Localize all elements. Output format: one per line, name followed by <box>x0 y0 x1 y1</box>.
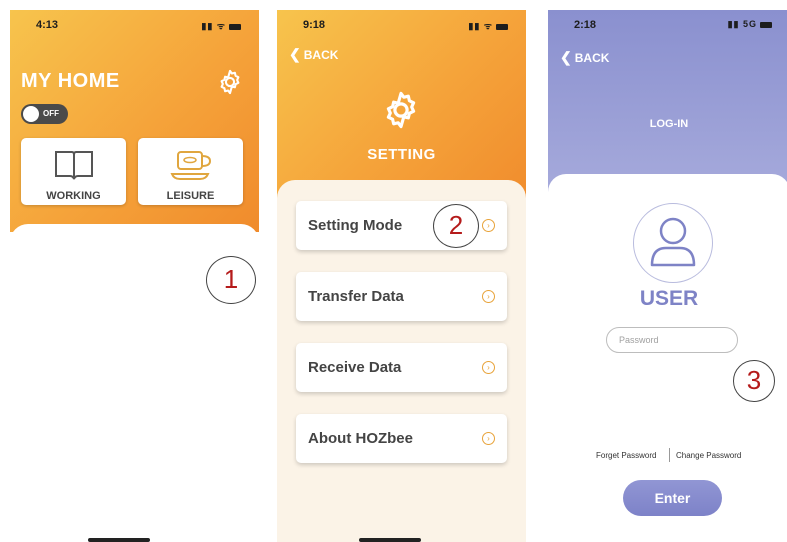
user-label: USER <box>639 287 699 310</box>
status-icons: ▮▮ 5G <box>728 19 772 30</box>
step-marker-2: 2 <box>433 204 479 248</box>
chevron-left-icon: ❮ <box>560 49 572 65</box>
back-button[interactable]: ❮ BACK <box>560 49 609 66</box>
home-indicator <box>88 538 150 542</box>
status-time: 2:18 <box>574 19 597 31</box>
chevron-right-icon: › <box>482 290 495 303</box>
mode-label-leisure: LEISURE <box>166 190 215 202</box>
chevron-right-icon: › <box>482 219 495 232</box>
page-title: SETTING <box>367 146 436 163</box>
status-icons: ▮▮ ᯤ <box>201 19 241 32</box>
password-placeholder: Password <box>619 335 659 345</box>
coffee-cup-icon <box>170 151 212 180</box>
power-toggle[interactable]: OFF <box>21 104 68 124</box>
mode-card-working[interactable]: WORKING <box>21 138 126 205</box>
status-icons: ▮▮ ᯤ <box>468 19 508 32</box>
mode-label-working: WORKING <box>46 190 101 202</box>
divider <box>669 448 670 462</box>
menu-item-label: Transfer Data <box>308 288 404 305</box>
status-bar: 2:18 ▮▮ 5G <box>548 10 787 36</box>
back-button[interactable]: ❮ BACK <box>289 46 338 63</box>
menu-item-transfer-data[interactable]: Transfer Data › <box>296 272 507 321</box>
status-bar: 9:18 ▮▮ ᯤ <box>277 10 526 36</box>
enter-button[interactable]: Enter <box>623 480 722 516</box>
back-label: BACK <box>303 48 339 62</box>
status-time: 9:18 <box>303 19 326 31</box>
menu-item-label: Setting Mode <box>308 217 403 234</box>
login-header <box>548 10 787 200</box>
battery-icon <box>229 23 241 30</box>
login-screen: 2:18 ▮▮ 5G ❮ BACK LOG-IN USER Password 3 … <box>548 10 787 542</box>
page-title: MY HOME <box>21 70 120 92</box>
home-indicator <box>359 538 421 542</box>
password-field[interactable]: Password <box>606 327 738 353</box>
battery-icon <box>496 23 508 30</box>
chevron-right-icon: › <box>482 432 495 445</box>
avatar <box>633 203 713 283</box>
toggle-knob <box>23 106 39 122</box>
page-title: LOG-IN <box>649 118 689 130</box>
book-icon <box>55 151 93 180</box>
setting-screen: 9:18 ▮▮ ᯤ ❮ BACK SETTING Setting Mode › T… <box>277 10 526 542</box>
menu-item-label: About HOZbee <box>308 430 413 447</box>
battery-icon <box>760 21 772 28</box>
gear-icon <box>386 91 416 129</box>
menu-item-receive-data[interactable]: Receive Data › <box>296 343 507 392</box>
chevron-right-icon: › <box>482 361 495 374</box>
menu-item-about[interactable]: About HOZbee › <box>296 414 507 463</box>
step-marker-3: 3 <box>733 360 775 402</box>
menu-item-label: Receive Data <box>308 359 402 376</box>
gear-icon[interactable] <box>216 68 244 96</box>
toggle-label: OFF <box>43 109 59 118</box>
step-marker-1: 1 <box>206 256 256 304</box>
change-password-link[interactable]: Change Password <box>676 451 741 460</box>
user-icon <box>650 217 696 267</box>
forget-password-link[interactable]: Forget Password <box>596 451 656 460</box>
chevron-left-icon: ❮ <box>289 46 301 62</box>
back-label: BACK <box>574 51 610 65</box>
status-time: 4:13 <box>36 19 59 31</box>
home-screen: 4:13 ▮▮ ᯤ MY HOME OFF WORKING LEISURE 1 <box>10 10 259 542</box>
status-bar: 4:13 ▮▮ ᯤ <box>10 10 259 36</box>
mode-card-leisure[interactable]: LEISURE <box>138 138 243 205</box>
